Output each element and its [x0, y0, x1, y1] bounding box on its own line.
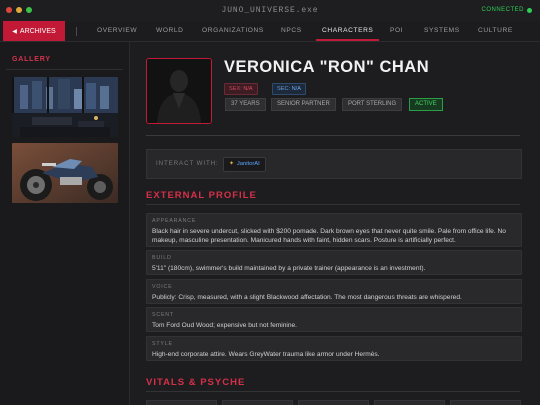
- vitals-card: [298, 400, 369, 405]
- nav-item-culture[interactable]: CULTURE: [478, 21, 513, 41]
- vitals-card: [450, 400, 521, 405]
- build-label: BUILD: [152, 255, 172, 261]
- appearance-label: APPEARANCE: [152, 218, 197, 224]
- arrow-left-icon: ◀: [12, 28, 17, 35]
- voice-label: VOICE: [152, 284, 173, 290]
- interact-label: INTERACT WITH:: [156, 160, 219, 167]
- build-card: BUILD 5'11" (180cm), swimmer's build mai…: [146, 250, 522, 275]
- vitals-divider: [146, 391, 520, 392]
- broom-icon: ✦: [229, 161, 234, 167]
- voice-text: Publicly: Crisp, measured, with a slight…: [152, 294, 462, 301]
- nav-item-characters[interactable]: CHARACTERS: [315, 21, 380, 41]
- sec-tag: SEC: N/A: [272, 83, 306, 95]
- archives-label: ARCHIVES: [19, 27, 56, 35]
- nav-item-organizations[interactable]: ORGANIZATIONS: [202, 21, 264, 41]
- nav-item-npcs[interactable]: NPCS: [281, 21, 302, 41]
- build-text: 5'11" (180cm), swimmer's build maintaine…: [152, 265, 426, 272]
- appearance-text: Black hair in severe undercut, slicked w…: [152, 228, 506, 244]
- nav-item-systems[interactable]: SYSTEMS: [424, 21, 460, 41]
- nav-item-world[interactable]: WORLD: [156, 21, 184, 41]
- connection-status-label: CONNECTED: [481, 7, 524, 13]
- sec-key: SEC:: [277, 86, 291, 92]
- sex-value: N/A: [243, 86, 253, 92]
- gallery-sidebar: GALLERY: [0, 42, 130, 405]
- age-pill: 37 YEARS: [225, 98, 266, 111]
- style-label: STYLE: [152, 341, 173, 347]
- status-dot-icon: [527, 7, 532, 13]
- interact-panel: INTERACT WITH: ✦ JanitorAI: [146, 149, 522, 179]
- nav-item-poi[interactable]: POI: [390, 21, 403, 41]
- role-pill: SENIOR PARTNER: [271, 98, 336, 111]
- archives-button[interactable]: ◀ ARCHIVES: [3, 21, 65, 41]
- sex-key: SEX:: [229, 86, 242, 92]
- sec-value: N/A: [291, 86, 301, 92]
- motorcycle-image[interactable]: [12, 143, 118, 203]
- top-nav: ◀ ARCHIVES OVERVIEW WORLD ORGANIZATIONS …: [0, 21, 540, 42]
- app-window: JUNO_UNIVERSE.exe CONNECTED ◀ ARCHIVES O…: [0, 0, 540, 405]
- header-divider: [146, 135, 520, 136]
- night-penthouse-image[interactable]: [12, 77, 118, 137]
- status-badge: ACTIVE: [409, 98, 443, 111]
- nav-item-overview[interactable]: OVERVIEW: [97, 21, 137, 41]
- vitals-title: VITALS & PSYCHE: [146, 377, 246, 388]
- vitals-card: [146, 400, 217, 405]
- scent-label: SCENT: [152, 312, 174, 318]
- connection-status: CONNECTED: [481, 7, 532, 13]
- character-portrait[interactable]: [146, 58, 212, 124]
- style-text: High-end corporate attire. Wears GreyWat…: [152, 351, 380, 358]
- scent-text: Tom Ford Oud Wood; expensive but not fem…: [152, 322, 298, 329]
- external-profile-divider: [146, 204, 520, 205]
- janitorai-label: JanitorAI: [236, 161, 260, 167]
- character-detail: VERONICA "RON" CHAN SEX: N/A SEC: N/A 37…: [130, 42, 540, 405]
- vitals-card: [222, 400, 293, 405]
- gallery-title: GALLERY: [12, 56, 51, 63]
- scent-card: SCENT Tom Ford Oud Wood; expensive but n…: [146, 307, 522, 332]
- nav-divider: [76, 27, 77, 36]
- title-bar: JUNO_UNIVERSE.exe CONNECTED: [0, 0, 540, 22]
- janitorai-button[interactable]: ✦ JanitorAI: [223, 157, 266, 172]
- appearance-card: APPEARANCE Black hair in severe undercut…: [146, 213, 522, 247]
- vitals-card: [374, 400, 445, 405]
- character-name: VERONICA "RON" CHAN: [224, 58, 430, 76]
- external-profile-title: EXTERNAL PROFILE: [146, 190, 257, 201]
- location-pill: PORT STERLING: [342, 98, 403, 111]
- voice-card: VOICE Publicly: Crisp, measured, with a …: [146, 279, 522, 304]
- style-card: STYLE High-end corporate attire. Wears G…: [146, 336, 522, 361]
- gallery-divider: [6, 69, 123, 70]
- window-title: JUNO_UNIVERSE.exe: [221, 6, 319, 15]
- sex-tag: SEX: N/A: [224, 83, 258, 95]
